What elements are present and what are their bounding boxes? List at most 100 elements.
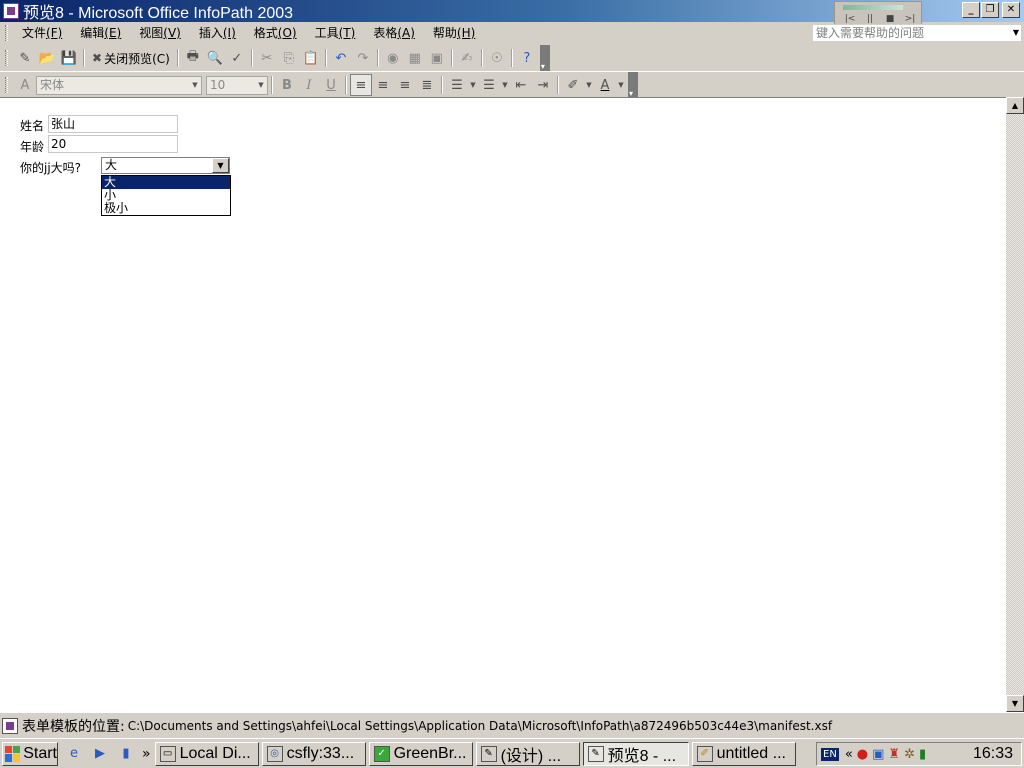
cut-icon[interactable]: ✂ — [256, 47, 278, 69]
numbered-list-icon[interactable]: ☰ — [446, 74, 468, 96]
menu-format-accel: (O) — [277, 26, 297, 40]
justify-icon[interactable]: ≣ — [416, 74, 438, 96]
tray-security-icon[interactable]: ♜ — [888, 747, 900, 762]
align-left-icon[interactable]: ≡ — [350, 74, 372, 96]
task-csfly[interactable]: ◎ csfly:33... — [261, 741, 366, 766]
toolbar-separator — [510, 49, 513, 67]
network-icon: ◎ — [266, 745, 283, 762]
task-local-disk[interactable]: ▭ Local Di... — [154, 741, 259, 766]
undo-icon[interactable]: ↶ — [330, 47, 352, 69]
highlight-arrow-icon[interactable]: ▼ — [584, 74, 594, 96]
highlight-icon[interactable]: ✐ — [562, 74, 584, 96]
research-icon[interactable]: ☉ — [486, 47, 508, 69]
save-icon[interactable]: 💾 — [58, 47, 80, 69]
print-icon[interactable]: 🖶 — [182, 47, 204, 69]
windows-logo-icon — [5, 745, 21, 762]
close-button[interactable]: ✕ — [1002, 2, 1020, 18]
task-preview8[interactable]: ✎ 预览8 - ... — [582, 741, 689, 766]
font-name-arrow-icon: ▼ — [192, 80, 198, 89]
vertical-scrollbar[interactable]: ▲ ▼ — [1006, 97, 1024, 712]
styles-icon[interactable]: A — [14, 74, 36, 96]
system-tray: EN « ● ▣ ♜ ✲ ▮ 16:33 — [816, 742, 1022, 766]
toolbar-separator — [376, 49, 379, 67]
task-design[interactable]: ✎ (设计) ... — [475, 741, 580, 766]
print-preview-icon[interactable]: 🔍 — [204, 47, 226, 69]
insert-table-icon[interactable]: ▦ — [404, 47, 426, 69]
media-player-quicklaunch-icon[interactable]: ▶ — [90, 744, 110, 764]
dropdown-option[interactable]: 极小 — [102, 202, 230, 215]
menu-edit[interactable]: 编辑(E) — [72, 23, 129, 43]
toolbar-options-icon[interactable] — [628, 72, 638, 98]
menu-table[interactable]: 表格(A) — [365, 23, 423, 43]
scroll-up-icon[interactable]: ▲ — [1006, 97, 1024, 114]
open-icon[interactable]: 📂 — [36, 47, 58, 69]
tray-tool-icon[interactable]: ✲ — [904, 747, 915, 762]
browser-quicklaunch-icon[interactable]: e — [64, 744, 84, 764]
language-indicator[interactable]: EN — [821, 747, 839, 761]
insert-picture-icon[interactable]: ◉ — [382, 47, 404, 69]
select-arrow-icon[interactable]: ▼ — [212, 158, 229, 173]
tray-expand-icon[interactable]: « — [845, 747, 853, 762]
menu-help[interactable]: 帮助(H) — [425, 23, 483, 43]
menu-insert-label: 插入 — [198, 26, 223, 40]
menu-format[interactable]: 格式(O) — [246, 23, 305, 43]
name-field[interactable]: 张山 — [48, 115, 178, 133]
bold-icon[interactable]: B — [276, 74, 298, 96]
toolbar-options-icon[interactable] — [539, 45, 550, 71]
infopath-app-icon[interactable] — [3, 3, 19, 19]
age-field[interactable]: 20 — [48, 135, 178, 153]
dropdown-option[interactable]: 大 — [102, 176, 230, 189]
copy-icon[interactable]: ⎘ — [278, 47, 300, 69]
menu-tools[interactable]: 工具(T) — [307, 23, 364, 43]
decrease-indent-icon[interactable]: ⇤ — [510, 74, 532, 96]
spelling-icon[interactable]: ✓ — [226, 47, 248, 69]
question-select[interactable]: 大 ▼ — [101, 157, 230, 174]
digital-signature-icon[interactable]: ✍ — [456, 47, 478, 69]
minimize-button[interactable]: _ — [962, 2, 980, 18]
help-icon[interactable]: ? — [516, 47, 538, 69]
menu-view[interactable]: 视图(V) — [131, 23, 189, 43]
scroll-down-icon[interactable]: ▼ — [1006, 695, 1024, 712]
scroll-track[interactable] — [1006, 114, 1024, 695]
font-name-select[interactable]: 宋体 ▼ — [36, 75, 202, 95]
bulleted-list-icon[interactable]: ☰ — [478, 74, 500, 96]
tray-app-icon[interactable]: ● — [857, 747, 868, 762]
underline-icon[interactable]: U — [320, 74, 342, 96]
font-color-arrow-icon[interactable]: ▼ — [616, 74, 626, 96]
drive-icon: ▭ — [159, 745, 176, 762]
browser-icon: ✓ — [373, 745, 390, 762]
restore-button[interactable]: ❐ — [981, 2, 999, 18]
toolbar-separator — [441, 76, 443, 94]
task-label: (设计) ... — [500, 747, 562, 765]
close-preview-button[interactable]: ✖ 关闭预览(C) — [88, 47, 174, 69]
quicklaunch-more-icon[interactable]: » — [142, 746, 151, 762]
help-question-input[interactable]: 键入需要帮助的问题 ▼ — [812, 24, 1022, 42]
font-size-select[interactable]: 10 ▼ — [206, 75, 268, 95]
italic-icon[interactable]: I — [298, 74, 320, 96]
redo-icon[interactable]: ↷ — [352, 47, 374, 69]
tool-quicklaunch-icon[interactable]: ▮ — [116, 744, 136, 764]
numbered-list-arrow-icon[interactable]: ▼ — [468, 74, 478, 96]
start-button[interactable]: Start — [2, 741, 58, 766]
align-right-icon[interactable]: ≡ — [394, 74, 416, 96]
paste-icon[interactable]: 📋 — [300, 47, 322, 69]
task-greenbrowser[interactable]: ✓ GreenBr... — [368, 741, 473, 766]
task-untitled[interactable]: ✐ untitled ... — [691, 741, 796, 766]
tray-monitor-icon[interactable]: ▮ — [919, 747, 926, 762]
increase-indent-icon[interactable]: ⇥ — [532, 74, 554, 96]
menu-insert[interactable]: 插入(I) — [191, 23, 244, 43]
bulleted-list-arrow-icon[interactable]: ▼ — [500, 74, 510, 96]
edit-form-icon[interactable]: ✎ — [14, 47, 36, 69]
question-label: 你的jj大吗? — [20, 161, 82, 175]
menubar-grip[interactable] — [5, 25, 8, 41]
help-dropdown-arrow-icon[interactable]: ▼ — [1013, 25, 1019, 41]
tray-network-icon[interactable]: ▣ — [872, 747, 884, 762]
insert-image-icon[interactable]: ▣ — [426, 47, 448, 69]
toolbar-grip[interactable] — [5, 50, 8, 66]
toolbar-grip[interactable] — [5, 77, 8, 93]
font-color-icon[interactable]: A — [594, 74, 616, 96]
media-progress-bar[interactable] — [843, 5, 903, 10]
menu-file[interactable]: 文件(F) — [14, 23, 70, 43]
menu-help-label: 帮助 — [432, 26, 457, 40]
align-center-icon[interactable]: ≡ — [372, 74, 394, 96]
